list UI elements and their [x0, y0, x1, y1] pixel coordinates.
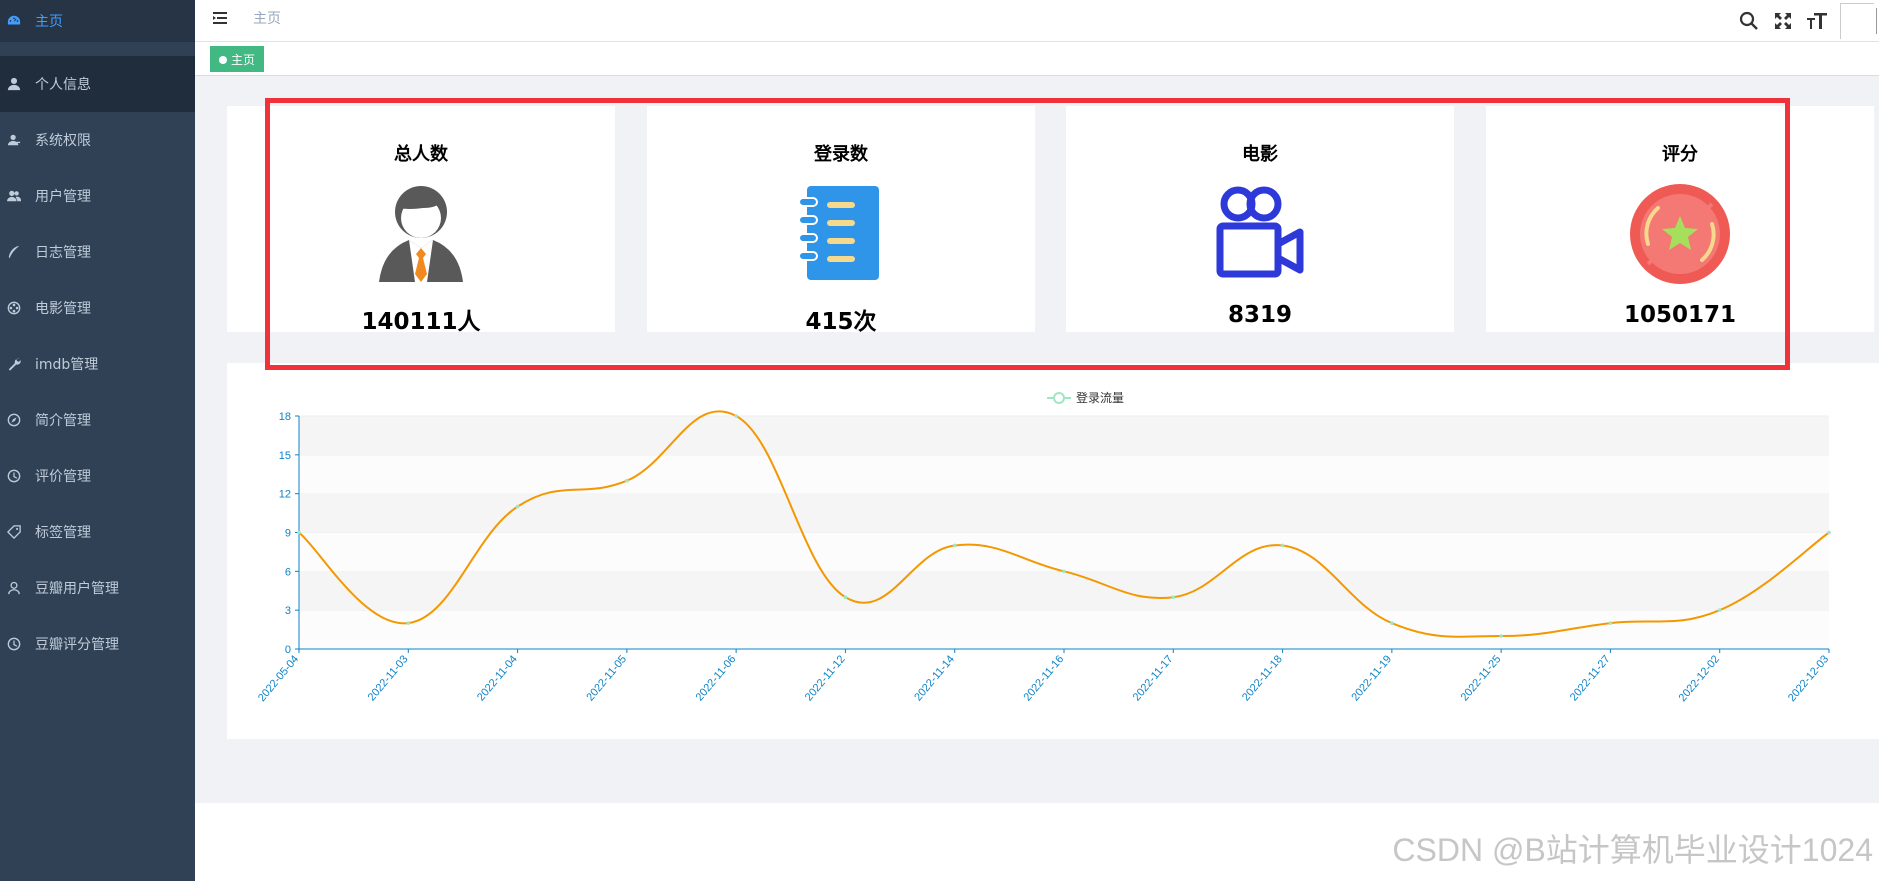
data-point	[515, 504, 520, 509]
watermark: CSDN @B站计算机毕业设计1024	[1392, 832, 1873, 868]
grid-band	[299, 571, 1829, 611]
y-tick-label: 9	[285, 528, 291, 540]
sidebar-item-label: imdb管理	[35, 357, 99, 373]
search-icon[interactable]	[1738, 10, 1760, 32]
wrench-icon	[6, 356, 22, 372]
peoples-icon	[6, 132, 22, 148]
y-tick-label: 15	[279, 450, 291, 462]
data-point	[297, 530, 301, 535]
x-tick-label: 2022-11-06	[694, 653, 739, 703]
sidebar-item-label: 日志管理	[35, 245, 91, 261]
clock-icon	[6, 468, 22, 484]
tag-icon	[6, 524, 22, 540]
fullscreen-icon[interactable]	[1772, 10, 1794, 32]
user-icon	[6, 76, 22, 92]
data-point	[406, 621, 411, 625]
sidebar-item-label: 评价管理	[35, 469, 91, 485]
x-tick-label: 2022-11-25	[1459, 653, 1504, 703]
navbar: 主页	[195, 0, 1879, 42]
x-tick-label: 2022-11-17	[1131, 653, 1176, 703]
y-tick-label: 12	[279, 489, 291, 501]
x-tick-label: 2022-11-27	[1568, 653, 1613, 703]
sidebar-item-4[interactable]: 日志管理	[0, 224, 195, 280]
sidebar-item-9[interactable]: 标签管理	[0, 504, 195, 560]
sidebar-item-7[interactable]: 简介管理	[0, 392, 195, 448]
sidebar: 主页个人信息系统权限用户管理日志管理电影管理 imdb管理 简介管理评价管理标签管理…	[0, 0, 195, 881]
sidebar-item-1[interactable]: 个人信息	[0, 56, 195, 112]
y-tick-label: 18	[279, 411, 291, 423]
sidebar-item-0[interactable]: 主页	[0, 0, 195, 42]
dashboard-icon	[6, 13, 22, 29]
legend-marker-icon	[1047, 391, 1071, 404]
x-tick-label: 2022-11-16	[1021, 653, 1066, 703]
x-tick-label: 2022-11-05	[584, 653, 629, 703]
sidebar-item-2[interactable]: 系统权限	[0, 112, 195, 168]
tag-label: 主页	[231, 53, 256, 67]
nav-tools	[1738, 0, 1879, 42]
tags-view: 主页	[195, 42, 1879, 76]
x-tick-label: 2022-12-02	[1677, 653, 1722, 704]
sidebar-item-label: 系统权限	[35, 133, 91, 149]
font-size-icon[interactable]	[1806, 10, 1828, 32]
film-icon	[6, 300, 22, 316]
data-point	[734, 414, 738, 418]
chart-legend[interactable]: 登录流量	[1047, 389, 1124, 406]
data-point	[1390, 621, 1394, 625]
data-point	[1608, 621, 1613, 625]
sidebar-item-label: 电影管理	[35, 301, 91, 317]
data-point	[1062, 569, 1066, 574]
data-point	[952, 543, 957, 548]
hamburger-menu-icon[interactable]	[211, 8, 231, 28]
x-tick-label: 2022-11-03	[366, 653, 411, 703]
sidebar-item-6[interactable]: imdb管理	[0, 336, 195, 392]
highlight-box	[265, 98, 1790, 370]
data-point	[1717, 608, 1722, 612]
compass-icon	[6, 412, 22, 428]
chart-panel: 登录流量 0 3 6 9 12 15 18 2022-05-04 2022-11-03 2022-…	[227, 363, 1879, 739]
grid-band	[299, 416, 1829, 455]
clock-icon	[6, 636, 22, 652]
tag-dot-icon	[219, 56, 227, 64]
data-point	[1280, 543, 1285, 548]
sidebar-item-8[interactable]: 评价管理	[0, 448, 195, 504]
tag-home[interactable]: 主页	[210, 46, 265, 72]
grid-band	[299, 610, 1829, 649]
legend-label: 登录流量	[1076, 391, 1125, 405]
data-point	[1171, 595, 1176, 600]
sidebar-item-label: 用户管理	[35, 189, 91, 205]
users-icon	[6, 188, 22, 204]
sidebar-item-3[interactable]: 用户管理	[0, 168, 195, 224]
sidebar-item-label: 简介管理	[35, 413, 91, 429]
x-tick-label: 2022-11-14	[912, 653, 957, 703]
x-tick-label: 2022-12-03	[1786, 653, 1831, 704]
x-tick-label: 2022-11-12	[803, 653, 848, 703]
sidebar-item-label: 豆瓣评分管理	[35, 637, 119, 653]
data-point	[1827, 530, 1831, 535]
sidebar-item-label: 标签管理	[35, 525, 91, 541]
sidebar-item-label: 豆瓣用户管理	[35, 581, 119, 597]
sidebar-item-10[interactable]: 豆瓣用户管理	[0, 560, 195, 616]
x-tick-label: 2022-11-19	[1349, 653, 1394, 703]
data-point	[625, 478, 629, 483]
login-traffic-chart: 03691215182022-05-04 2022-11-03 2022-11-04…	[256, 410, 1831, 704]
person-icon	[6, 580, 22, 596]
avatar[interactable]	[1840, 3, 1877, 39]
pen-icon	[6, 244, 22, 260]
x-tick-label: 2022-11-18	[1240, 653, 1285, 703]
grid-band	[299, 532, 1829, 572]
sidebar-item-5[interactable]: 电影管理	[0, 280, 195, 336]
y-tick-label: 3	[285, 605, 291, 617]
sidebar-item-label: 主页	[35, 14, 63, 30]
x-tick-label: 2022-11-04	[475, 653, 520, 703]
grid-band	[299, 454, 1829, 494]
data-point	[1499, 634, 1503, 638]
x-tick-label: 2022-05-04	[256, 653, 301, 704]
data-point	[843, 595, 848, 600]
sidebar-item-11[interactable]: 豆瓣评分管理	[0, 616, 195, 672]
y-tick-label: 6	[285, 566, 291, 578]
breadcrumb: 主页	[253, 11, 281, 27]
sidebar-item-label: 个人信息	[35, 77, 91, 93]
